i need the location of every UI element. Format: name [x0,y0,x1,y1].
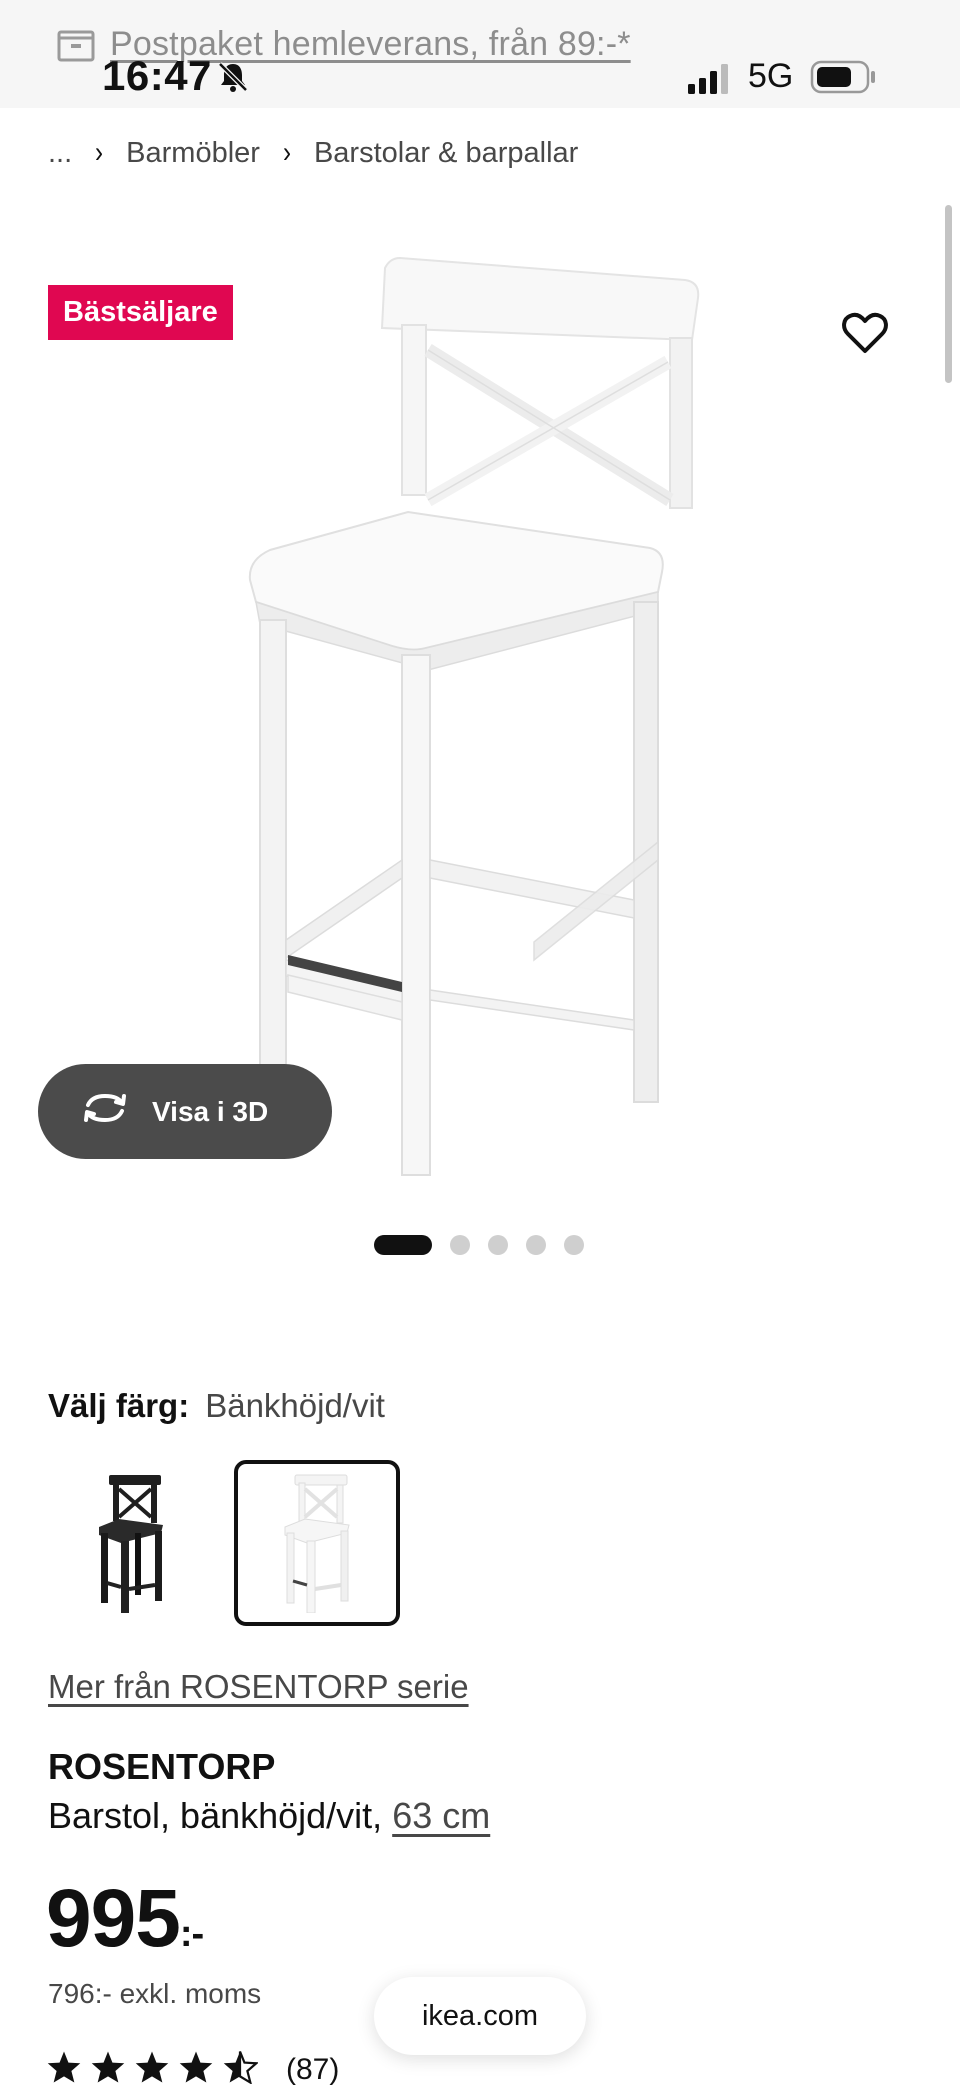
product-rating[interactable]: (87) [46,2050,339,2087]
rating-count: (87) [286,2052,340,2086]
carousel-dot-5[interactable] [564,1235,584,1255]
carousel-dot-4[interactable] [526,1235,546,1255]
signal-icon [686,64,734,99]
browser-url-pill[interactable]: ikea.com [374,1977,586,2055]
carousel-dot-3[interactable] [488,1235,508,1255]
breadcrumb-ellipsis[interactable]: ... [48,137,72,170]
heart-icon [842,312,888,359]
favorite-button[interactable] [820,290,910,380]
price-amount: 995 [46,1873,181,1964]
carousel-dot-1[interactable] [374,1235,432,1255]
color-value: Bänkhöjd/vit [205,1387,385,1424]
breadcrumb: ... › Barmöbler › Barstolar & barpallar [48,136,578,170]
battery-icon [810,60,878,99]
view-3d-button[interactable]: Visa i 3D [38,1064,332,1159]
chevron-right-icon: › [95,136,104,169]
status-time: 16:47 [102,52,212,99]
page-scrollbar[interactable] [945,205,952,383]
product-description-text: Barstol, bänkhöjd/vit, [48,1795,393,1836]
url-text: ikea.com [421,1999,539,2032]
series-link[interactable]: Mer från ROSENTORP serie [48,1668,469,1706]
star-icon [178,2050,214,2087]
color-selector-heading: Välj färg: Bänkhöjd/vit [48,1387,385,1425]
bestseller-badge: Bästsäljare [48,285,233,340]
price-excl-vat: 796:- exkl. moms [48,1978,262,2009]
star-half-icon [222,2050,260,2087]
rotate-3d-icon [80,1091,130,1132]
box-icon [56,24,96,64]
star-icon [90,2050,126,2087]
star-icon [134,2050,170,2087]
star-icon [46,2050,82,2087]
color-option-black[interactable] [48,1460,214,1626]
product-name: ROSENTORP [48,1746,276,1787]
breadcrumb-barstolar[interactable]: Barstolar & barpallar [314,137,578,170]
breadcrumb-barmobler[interactable]: Barmöbler [126,137,260,170]
image-carousel-dots [374,1235,584,1255]
chevron-right-icon: › [282,136,291,169]
product-price: 995:- [46,1872,204,1966]
black-chair-thumbnail [99,1475,163,1613]
price-suffix: :- [179,1913,204,1955]
product-description: Barstol, bänkhöjd/vit, 63 cm [48,1795,490,1837]
top-bar: Postpaket hemleverans, från 89:-* 16:47 … [0,0,960,108]
color-option-white[interactable] [234,1460,400,1626]
view-3d-label: Visa i 3D [152,1095,269,1127]
product-image[interactable] [230,250,730,1195]
carousel-dot-2[interactable] [450,1235,470,1255]
white-chair-thumbnail [284,1474,350,1613]
bell-muted-icon [216,60,250,99]
size-link[interactable]: 63 cm [392,1795,490,1836]
color-label: Välj färg: [48,1387,190,1424]
network-label: 5G [748,57,794,95]
